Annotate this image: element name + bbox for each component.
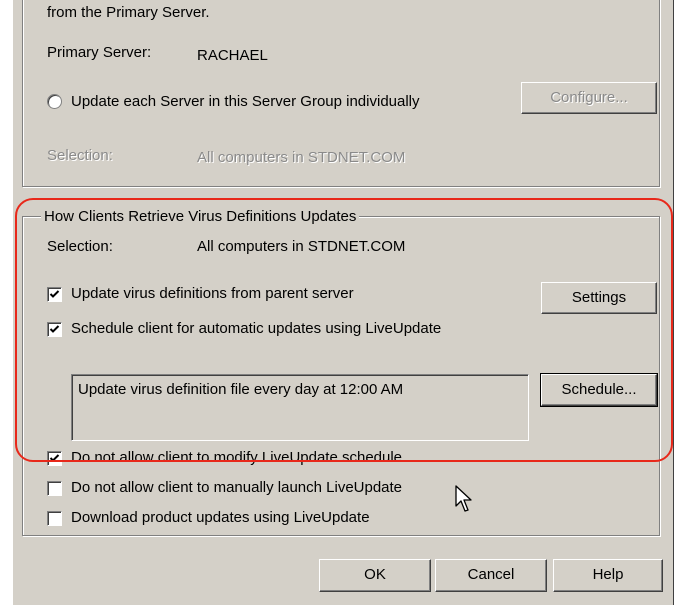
schedule-client-label[interactable]: Schedule client for automatic updates us… <box>71 320 441 337</box>
download-product-updates-checkbox[interactable] <box>47 511 62 526</box>
update-from-parent-label[interactable]: Update virus definitions from parent ser… <box>71 285 354 302</box>
intro-text: from the Primary Server. <box>47 4 210 21</box>
mouse-cursor-icon <box>455 485 472 512</box>
update-individually-label[interactable]: Update each Server in this Server Group … <box>71 93 420 110</box>
update-individually-radio[interactable] <box>47 94 62 109</box>
no-manual-launch-checkbox[interactable] <box>47 481 62 496</box>
help-button[interactable]: Help <box>553 559 663 592</box>
download-product-updates-label[interactable]: Download product updates using LiveUpdat… <box>71 509 370 526</box>
no-manual-launch-label[interactable]: Do not allow client to manually launch L… <box>71 479 402 496</box>
schedule-client-checkbox[interactable] <box>47 322 62 337</box>
server-selection-label: Selection: <box>47 147 113 164</box>
no-modify-schedule-label[interactable]: Do not allow client to modify LiveUpdate… <box>71 449 402 466</box>
primary-server-label: Primary Server: <box>47 44 152 61</box>
dialog-window: from the Primary Server. Primary Server:… <box>12 0 674 605</box>
update-from-parent-checkbox[interactable] <box>47 287 62 302</box>
settings-button[interactable]: Settings <box>541 282 657 314</box>
schedule-description-text: Update virus definition file every day a… <box>78 381 404 398</box>
configure-button[interactable]: Configure... <box>521 82 657 114</box>
ok-button[interactable]: OK <box>319 559 431 592</box>
checkmark-icon <box>49 454 60 462</box>
checkmark-icon <box>49 325 60 333</box>
checkmark-icon <box>49 290 60 298</box>
client-updates-legend: How Clients Retrieve Virus Definitions U… <box>41 208 360 225</box>
client-selection-label: Selection: <box>47 238 113 255</box>
schedule-description-box: Update virus definition file every day a… <box>71 374 529 441</box>
no-modify-schedule-checkbox[interactable] <box>47 451 62 466</box>
server-selection-value: All computers in STDNET.COM <box>197 149 406 166</box>
primary-server-value: RACHAEL <box>197 47 268 64</box>
schedule-button[interactable]: Schedule... <box>540 373 658 407</box>
client-selection-value: All computers in STDNET.COM <box>197 238 406 255</box>
cancel-button[interactable]: Cancel <box>435 559 547 592</box>
